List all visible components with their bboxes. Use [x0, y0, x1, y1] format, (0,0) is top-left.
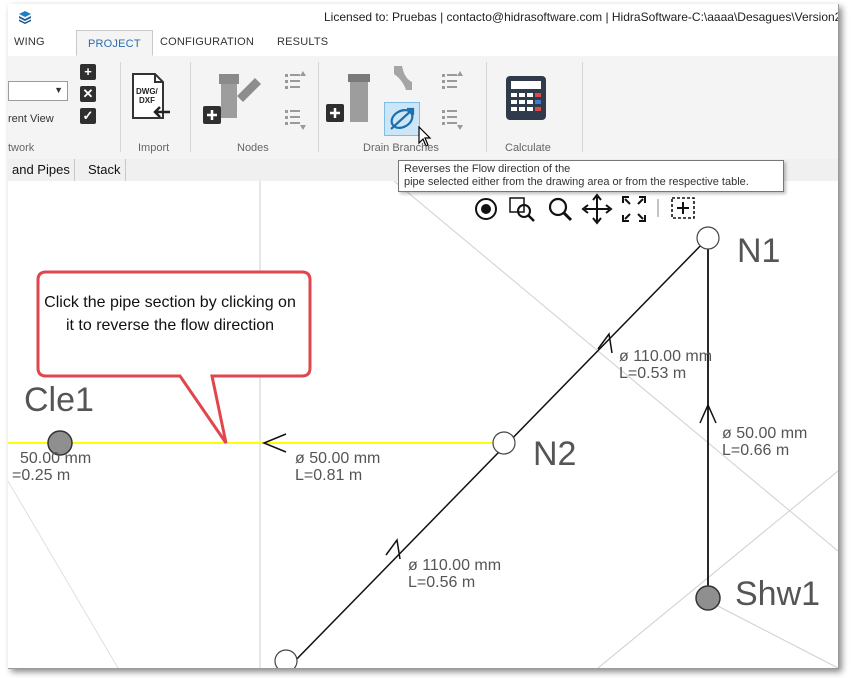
node-shw1[interactable] [695, 585, 721, 611]
pan-icon[interactable] [581, 193, 613, 225]
tab-drawing[interactable]: WING [14, 36, 45, 48]
group-label-import: Import [138, 142, 170, 154]
group-label-network: twork [8, 142, 35, 154]
eye-icon[interactable] [475, 198, 497, 220]
pipe-diameter-label: ø 110.00 mm [619, 348, 712, 365]
node-label-n2: N2 [533, 435, 576, 473]
dwg-dxf-import-icon[interactable]: DWG/ DXF [130, 72, 170, 124]
tooltip-line-2: pipe selected either from the drawing ar… [404, 176, 749, 188]
pipe-length-label: L=0.66 m [722, 442, 789, 459]
view-combo[interactable]: ▼ [8, 81, 68, 101]
zoom-extents-icon[interactable] [622, 196, 646, 222]
node-label-cle1: Cle1 [24, 381, 94, 419]
add-node-fitting-icon[interactable] [203, 70, 265, 128]
pipe-length-label: L=0.56 m [408, 574, 475, 591]
app-logo-icon [19, 11, 31, 24]
tab-configuration[interactable]: CONFIGURATION [160, 36, 254, 48]
add-pipe-icon[interactable] [326, 72, 376, 124]
node-n2[interactable] [492, 431, 516, 455]
group-label-drain-branches: Drain Branches [363, 142, 439, 154]
pipe-diameter-label: 50.00 mm [20, 450, 91, 467]
zoom-icon[interactable] [548, 197, 573, 222]
pipe-length-label: =0.25 m [12, 467, 70, 484]
separator [318, 62, 319, 152]
node-label-n1: N1 [737, 232, 780, 270]
pipe-diameter-label: ø 110.00 mm [408, 557, 501, 574]
guide-line [8, 480, 119, 668]
drawing-canvas[interactable]: N1 N2 Cle1 Shw1 ø 110.00 mm L=0.53 m ø 5… [8, 180, 838, 668]
calculator-icon[interactable] [504, 74, 548, 122]
group-label-nodes: Nodes [237, 142, 269, 154]
list-order-icon[interactable] [440, 68, 464, 134]
window-title: Licensed to: Pruebas | contacto@hidrasof… [324, 10, 839, 24]
dxf-label: DXF [139, 96, 155, 105]
tab-results[interactable]: RESULTS [277, 36, 328, 48]
pipe-length-label: L=0.53 m [619, 365, 686, 382]
node-n1[interactable] [696, 226, 720, 250]
ribbon-tabs: WING PROJECT CONFIGURATION RESULTS [8, 30, 838, 57]
dwg-label: DWG/ [136, 87, 159, 96]
ribbon: ▼ rent View + ✕ ✓ twork DWG/ DXF Import [8, 56, 838, 160]
separator [582, 62, 583, 152]
close-icon[interactable]: ✕ [80, 86, 96, 102]
title-bar: Licensed to: Pruebas | contacto@hidrasof… [8, 4, 838, 30]
tooltip-line-1: Reverses the Flow direction of the [404, 163, 571, 175]
separator [486, 62, 487, 152]
view-label: rent View [8, 113, 54, 125]
add-icon[interactable]: + [80, 64, 96, 80]
tooltip: Reverses the Flow direction of the pipe … [398, 160, 784, 192]
reverse-flow-button[interactable] [384, 102, 420, 136]
node-label-shw1: Shw1 [735, 575, 820, 613]
tab-project[interactable]: PROJECT [76, 30, 153, 56]
chevron-down-icon: ▼ [54, 85, 63, 95]
reverse-flow-icon [390, 107, 415, 130]
callout-text: Click the pipe section by clicking on it… [44, 294, 296, 334]
pipe-diameter-label: ø 50.00 mm [722, 425, 807, 442]
tab-nodes-and-pipes[interactable]: and Pipes [8, 159, 75, 181]
elbow-pipe-icon[interactable] [392, 62, 414, 94]
zoom-window-icon[interactable] [509, 197, 535, 222]
separator [190, 62, 191, 152]
application-window: Licensed to: Pruebas | contacto@hidrasof… [8, 4, 839, 669]
separator [120, 62, 121, 152]
pipe-length-label: L=0.81 m [295, 467, 362, 484]
tab-stack[interactable]: Stack [84, 159, 126, 181]
select-box-icon[interactable] [671, 197, 695, 219]
view-toolbar [475, 193, 695, 225]
node-partial[interactable] [274, 649, 298, 668]
pipe-diameter-label: ø 50.00 mm [295, 450, 380, 467]
list-up-icon[interactable] [283, 68, 307, 134]
guide-line [597, 470, 838, 668]
group-label-calculate: Calculate [505, 142, 551, 154]
check-icon[interactable]: ✓ [80, 108, 96, 124]
drawing-area[interactable]: N1 N2 Cle1 Shw1 ø 110.00 mm L=0.53 m ø 5… [8, 180, 838, 668]
